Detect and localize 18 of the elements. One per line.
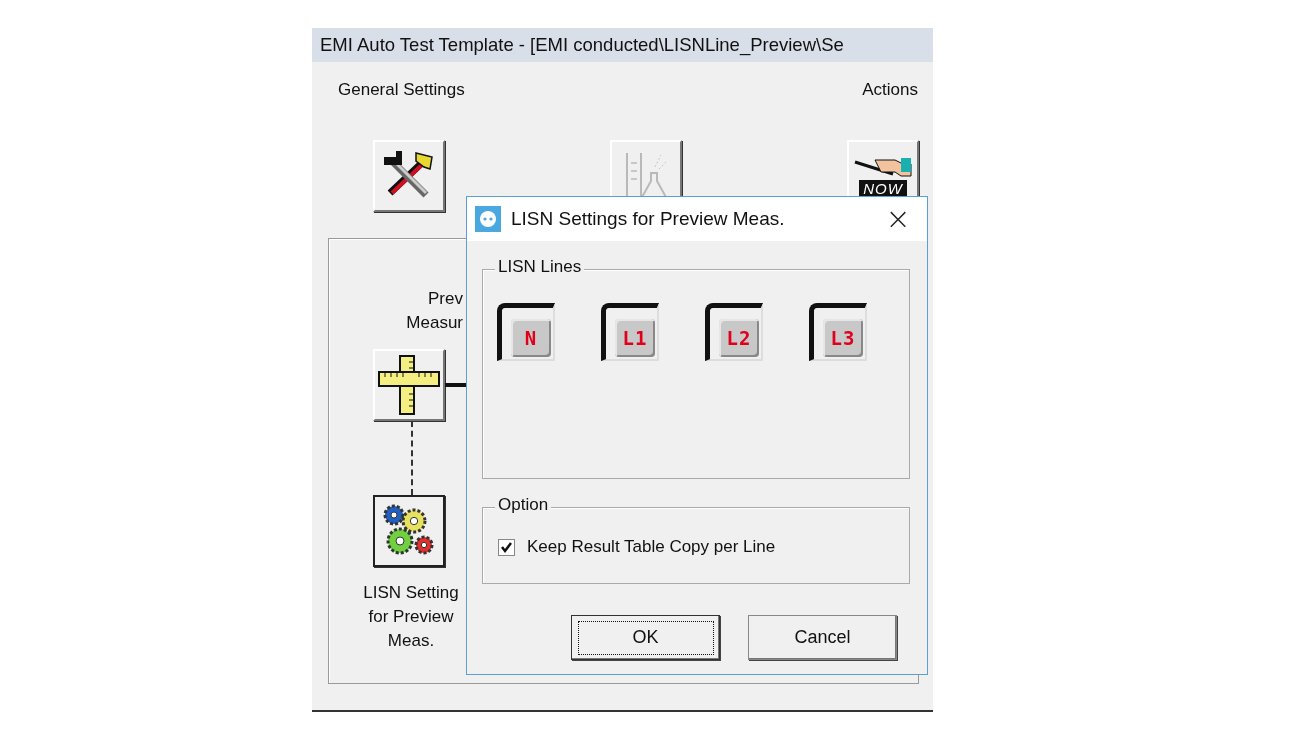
checkbox-label: Keep Result Table Copy per Line bbox=[527, 537, 776, 557]
step-label: for Preview bbox=[368, 606, 454, 628]
section-label: Actions bbox=[862, 80, 918, 100]
step-label: Measur bbox=[406, 312, 463, 334]
dialog-button[interactable]: Cancel bbox=[748, 615, 897, 660]
checkbox[interactable] bbox=[498, 538, 515, 556]
group-title: Option bbox=[495, 495, 552, 515]
dialog-title: LISN Settings for Preview Meas. bbox=[511, 208, 786, 230]
step-button[interactable] bbox=[373, 495, 445, 567]
toolbar-button[interactable] bbox=[373, 140, 445, 212]
step-label: Meas. bbox=[387, 630, 435, 652]
step-label: LISN Setting bbox=[363, 582, 459, 604]
plug-socket-icon bbox=[475, 206, 501, 232]
step-label: Prev bbox=[428, 288, 463, 310]
window-title: EMI Auto Test Template - [EMI conducted\LISNLine_Preview\Se bbox=[320, 34, 844, 56]
section-label: General Settings bbox=[338, 80, 465, 100]
ruler-cross-icon bbox=[377, 354, 441, 416]
dialog-button[interactable]: OK bbox=[571, 615, 720, 660]
